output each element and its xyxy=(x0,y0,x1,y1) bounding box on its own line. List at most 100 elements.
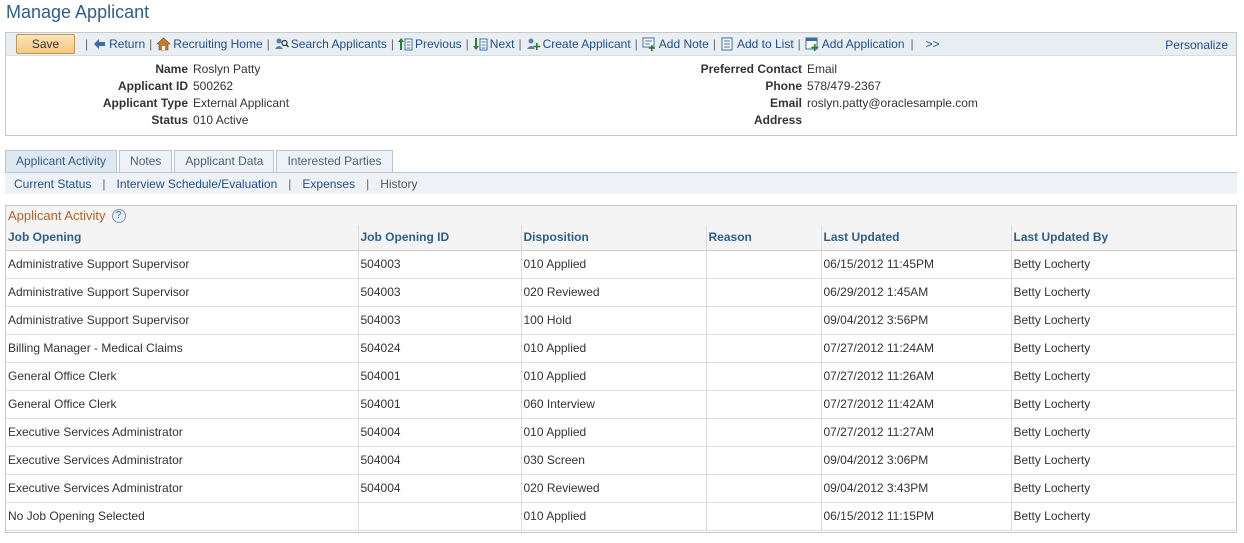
column-header-disposition[interactable]: Disposition xyxy=(521,225,707,251)
cell-reason xyxy=(706,502,822,531)
table-row: Administrative Support Supervisor 504003… xyxy=(6,250,1236,279)
table-row: Administrative Support Supervisor 504003… xyxy=(6,306,1236,335)
toolbar-separator: | xyxy=(712,37,716,51)
column-header-last-updated[interactable]: Last Updated xyxy=(821,225,1012,251)
cell-job-opening: No Job Opening Selected xyxy=(6,502,359,531)
cell-reason xyxy=(706,390,822,419)
help-icon[interactable]: ? xyxy=(111,208,126,223)
cell-reason xyxy=(706,418,822,447)
add-to-list-link[interactable]: Add to List xyxy=(720,37,794,51)
recruiting-home-link[interactable]: Recruiting Home xyxy=(156,37,263,51)
toolbar-separator: | xyxy=(149,37,153,51)
column-header-job-opening[interactable]: Job Opening xyxy=(6,225,359,251)
cell-job-opening: Administrative Support Supervisor xyxy=(6,250,359,279)
cell-job-opening-id: 504004 xyxy=(358,446,522,475)
cell-job-opening-id: 504003 xyxy=(358,250,522,279)
cell-job-opening: Billing Manager - Medical Claims xyxy=(6,334,359,363)
personalize-link[interactable]: Personalize xyxy=(1165,38,1228,52)
info-row-address: Address xyxy=(606,112,1226,129)
cell-disposition: 030 Screen xyxy=(521,446,707,475)
tab-interested-parties[interactable]: Interested Parties xyxy=(276,150,393,172)
tab-applicant-activity[interactable]: Applicant Activity xyxy=(5,150,118,172)
return-label: Return xyxy=(109,37,146,51)
table-row: Executive Services Administrator 504004 … xyxy=(6,446,1236,475)
return-link[interactable]: Return xyxy=(92,37,145,51)
cell-reason xyxy=(706,446,822,475)
preferred-contact-value: Email xyxy=(807,62,838,76)
cell-disposition: 060 Interview xyxy=(521,390,707,419)
toolbar: Save | Return | Recruiting Home | Search… xyxy=(6,33,1236,56)
cell-last-updated: 06/15/2012 11:15PM xyxy=(821,502,1012,531)
info-row-status: Status 010 Active xyxy=(6,112,606,129)
toolbar-separator: | xyxy=(634,37,638,51)
column-header-last-updated-by[interactable]: Last Updated By xyxy=(1011,225,1236,251)
search-applicants-link[interactable]: Search Applicants xyxy=(274,37,387,51)
subnav-current-status[interactable]: Current Status xyxy=(14,177,91,191)
add-application-icon xyxy=(805,37,819,51)
cell-job-opening-id xyxy=(358,502,522,531)
applicant-type-value: External Applicant xyxy=(193,96,290,110)
save-button[interactable]: Save xyxy=(16,34,75,54)
subnav-interview-schedule-evaluation[interactable]: Interview Schedule/Evaluation xyxy=(117,177,278,191)
cell-reason xyxy=(706,306,822,335)
previous-link[interactable]: Previous xyxy=(397,37,462,51)
cell-last-updated-by: Betty Locherty xyxy=(1011,446,1236,475)
cell-last-updated-by: Betty Locherty xyxy=(1011,278,1236,307)
more-actions-button[interactable]: >> xyxy=(926,37,940,51)
toolbar-separator: | xyxy=(85,37,89,51)
table-row: Administrative Support Supervisor 504003… xyxy=(6,278,1236,307)
grid-title: Applicant Activity xyxy=(8,208,106,223)
add-note-link[interactable]: Add Note xyxy=(642,37,709,51)
create-applicant-link[interactable]: Create Applicant xyxy=(526,37,631,51)
cell-disposition: 010 Applied xyxy=(521,334,707,363)
table-row: Executive Services Administrator 504004 … xyxy=(6,474,1236,503)
subnav-separator: | xyxy=(366,176,370,191)
cell-last-updated: 09/04/2012 3:56PM xyxy=(821,306,1012,335)
search-applicants-label: Search Applicants xyxy=(290,37,387,51)
phone-label: Phone xyxy=(765,79,802,93)
next-in-list-icon xyxy=(472,38,488,51)
sub-navigation: Current Status | Interview Schedule/Eval… xyxy=(5,172,1237,194)
tab-notes[interactable]: Notes xyxy=(119,150,173,172)
cell-last-updated: 07/27/2012 11:26AM xyxy=(821,362,1012,391)
email-label: Email xyxy=(769,96,802,110)
cell-last-updated-by: Betty Locherty xyxy=(1011,418,1236,447)
tab-applicant-data[interactable]: Applicant Data xyxy=(174,150,275,172)
home-icon xyxy=(156,37,172,51)
cell-job-opening: Administrative Support Supervisor xyxy=(6,278,359,307)
cell-last-updated: 07/27/2012 11:42AM xyxy=(821,390,1012,419)
page-title: Manage Applicant xyxy=(6,2,150,22)
applicant-header-panel: Save | Return | Recruiting Home | Search… xyxy=(5,32,1237,136)
cell-job-opening: Administrative Support Supervisor xyxy=(6,306,359,335)
address-label: Address xyxy=(753,113,802,127)
subnav-separator: | xyxy=(288,176,292,191)
next-label: Next xyxy=(489,37,515,51)
table-row: General Office Clerk 504001 060 Intervie… xyxy=(6,390,1236,419)
cell-job-opening: Executive Services Administrator xyxy=(6,446,359,475)
column-header-reason[interactable]: Reason xyxy=(706,225,822,251)
cell-disposition: 010 Applied xyxy=(521,250,707,279)
cell-reason xyxy=(706,250,822,279)
status-label: Status xyxy=(151,113,188,127)
previous-in-list-icon xyxy=(397,38,413,51)
cell-reason xyxy=(706,362,822,391)
cell-last-updated: 07/27/2012 11:24AM xyxy=(821,334,1012,363)
cell-job-opening: Executive Services Administrator xyxy=(6,474,359,503)
cell-job-opening-id: 504024 xyxy=(358,334,522,363)
add-person-icon xyxy=(526,38,540,50)
info-row-email: Email roslyn.patty@oraclesample.com xyxy=(606,95,1226,112)
next-link[interactable]: Next xyxy=(472,37,515,51)
column-header-job-opening-id[interactable]: Job Opening ID xyxy=(358,225,522,251)
toolbar-separator: | xyxy=(390,37,394,51)
name-value: Roslyn Patty xyxy=(193,62,261,76)
add-application-label: Add Application xyxy=(821,37,905,51)
cell-disposition: 020 Reviewed xyxy=(521,278,707,307)
add-to-list-label: Add to List xyxy=(736,37,794,51)
phone-value: 578/479-2367 xyxy=(807,79,882,93)
applicant-id-value: 500262 xyxy=(193,79,234,93)
add-to-list-icon xyxy=(721,37,733,51)
cell-last-updated: 09/04/2012 3:43PM xyxy=(821,474,1012,503)
add-application-link[interactable]: Add Application xyxy=(805,37,905,51)
name-label: Name xyxy=(155,62,188,76)
subnav-expenses[interactable]: Expenses xyxy=(302,177,355,191)
